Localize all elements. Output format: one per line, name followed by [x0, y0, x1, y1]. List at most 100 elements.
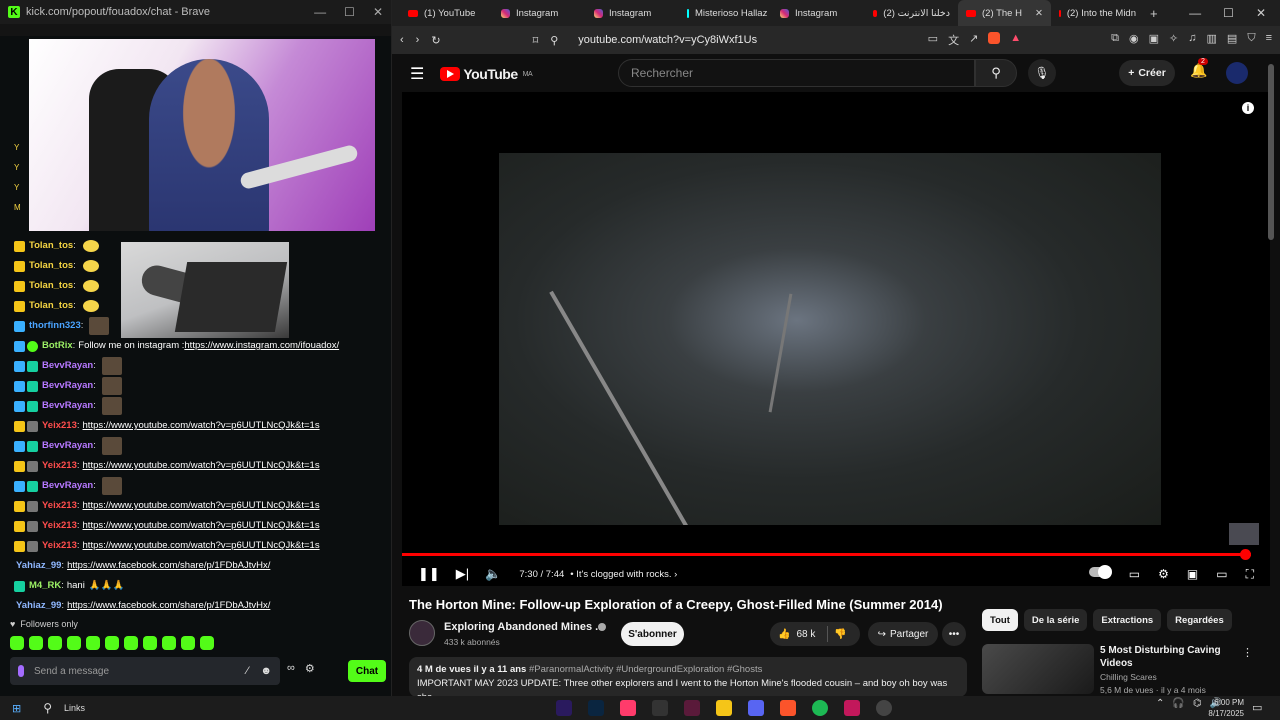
emote-icon[interactable] — [10, 636, 24, 650]
settings-icon[interactable]: ⚙ — [305, 662, 315, 675]
chat-link[interactable]: https://www.youtube.com/watch?v=p6UUTLNc… — [83, 456, 320, 476]
chat-username[interactable]: Tolan_tos — [29, 296, 73, 316]
user-badge-icon[interactable] — [27, 420, 38, 432]
chat-link[interactable]: https://www.youtube.com/watch?v=p6UUTLNc… — [83, 536, 320, 556]
file-explorer-icon[interactable] — [716, 700, 732, 716]
chapter-title[interactable]: • It's clogged with rocks. › — [570, 569, 677, 580]
filter-chip[interactable]: Tout — [982, 609, 1018, 631]
browser-tab[interactable]: دخلنا الانترنت (2) — [865, 0, 958, 26]
windows-start-icon[interactable]: ⊞ — [12, 702, 21, 715]
chat-username[interactable]: thorfinn323 — [29, 316, 81, 336]
emote-icon[interactable] — [67, 636, 81, 650]
user-badge-icon[interactable] — [27, 500, 38, 512]
brave-icon[interactable] — [780, 700, 796, 716]
browser-tab[interactable]: Instagram — [586, 0, 679, 26]
user-badge-icon[interactable] — [14, 440, 25, 452]
user-badge-icon[interactable] — [14, 360, 25, 372]
extension-icon[interactable]: ▣ — [1149, 32, 1159, 48]
bookmark-icon[interactable]: ⌑ — [533, 34, 539, 47]
user-badge-icon[interactable] — [14, 520, 25, 532]
like-count[interactable]: 68 k — [796, 629, 815, 640]
app-icon[interactable] — [652, 700, 668, 716]
emote-icon[interactable] — [86, 636, 100, 650]
brave-shields-icon[interactable] — [988, 32, 1001, 44]
more-actions-button[interactable]: ••• — [942, 622, 966, 646]
chat-link[interactable]: https://www.facebook.com/share/p/1FDbAJt… — [67, 556, 270, 576]
photoshop-icon[interactable] — [588, 700, 604, 716]
site-info-icon[interactable]: ⚲ — [550, 34, 558, 47]
filter-chip[interactable]: Extractions — [1093, 609, 1162, 631]
chat-username[interactable]: BotRix — [42, 336, 73, 356]
extension-icon[interactable]: ◉ — [1129, 32, 1139, 48]
slash-command-icon[interactable]: ⁄ — [247, 665, 249, 677]
info-icon[interactable]: i — [1242, 102, 1254, 114]
new-tab-icon[interactable]: + — [1150, 6, 1158, 21]
user-badge-icon[interactable] — [27, 520, 38, 532]
chat-username[interactable]: Tolan_tos — [29, 276, 73, 296]
chat-username[interactable]: BevvRayan — [42, 396, 93, 416]
points-icon[interactable]: ∞ — [287, 662, 295, 675]
headset-icon[interactable]: 🎧 — [1172, 698, 1184, 709]
extensions-icon[interactable]: ✧ — [1169, 32, 1178, 48]
sidebar-icon[interactable]: ▥ — [1207, 32, 1217, 48]
emoji-icon[interactable]: ☻ — [260, 665, 272, 677]
create-button[interactable]: + Créer — [1119, 60, 1175, 86]
user-badge-icon[interactable] — [14, 280, 25, 292]
app-icon[interactable] — [876, 700, 892, 716]
user-badge-icon[interactable] — [27, 480, 38, 492]
filter-chip[interactable]: Regardées — [1167, 609, 1232, 631]
close-icon[interactable]: ✕ — [1256, 6, 1266, 20]
progress-bar[interactable] — [402, 549, 1252, 560]
chat-username[interactable]: Yahiaz_99 — [16, 596, 61, 616]
subtitles-icon[interactable]: ▭ — [1129, 567, 1140, 582]
chat-link[interactable]: https://www.youtube.com/watch?v=p6UUTLNc… — [83, 496, 320, 516]
minimize-icon[interactable]: — — [314, 5, 326, 19]
voice-search-button[interactable]: 🎙 — [1028, 59, 1056, 87]
menu-icon[interactable]: ≡ — [1266, 32, 1272, 48]
chat-username[interactable]: Tolan_tos — [29, 236, 73, 256]
recommended-video-title[interactable]: 5 Most Disturbing Caving Videos — [1100, 644, 1230, 670]
browser-tab[interactable]: (2) Into the Midn — [1051, 0, 1144, 26]
share-icon[interactable]: ↗ — [969, 32, 978, 48]
user-badge-icon[interactable] — [14, 540, 25, 552]
scrubber-handle[interactable] — [1240, 549, 1252, 560]
reload-icon[interactable]: ↻ — [431, 34, 440, 47]
translate-icon[interactable]: 文 — [948, 32, 959, 48]
fullscreen-icon[interactable]: ⛶ — [1246, 567, 1254, 582]
user-badge-icon[interactable] — [27, 360, 38, 372]
recommended-video-thumbnail[interactable] — [982, 644, 1094, 694]
url-field[interactable]: youtube.com/watch?v=yCy8iWxf1Us — [578, 34, 757, 46]
hashtags[interactable]: #ParanormalActivity #UndergroundExplorat… — [529, 664, 762, 675]
user-badge-icon[interactable] — [14, 260, 25, 272]
youtube-logo[interactable]: YouTube MA — [440, 66, 533, 82]
emote-icon[interactable] — [200, 636, 214, 650]
media-icon[interactable]: ♫ — [1188, 32, 1196, 48]
autoplay-toggle[interactable] — [1088, 564, 1112, 579]
miniplayer-icon[interactable]: ▣ — [1187, 567, 1198, 582]
user-badge-icon[interactable] — [14, 380, 25, 392]
chat-username[interactable]: BevvRayan — [42, 476, 93, 496]
minimize-icon[interactable]: — — [1189, 6, 1201, 20]
user-badge-icon[interactable] — [14, 300, 25, 312]
chat-username[interactable]: M4_RK — [29, 576, 61, 596]
chat-username[interactable]: BevvRayan — [42, 436, 93, 456]
cast-icon[interactable]: ▭ — [928, 32, 938, 48]
user-badge-icon[interactable] — [14, 420, 25, 432]
emote-icon[interactable] — [162, 636, 176, 650]
chat-username[interactable]: Yeix213 — [42, 536, 77, 556]
video-frame[interactable] — [499, 153, 1161, 525]
account-avatar[interactable] — [1226, 62, 1248, 84]
browser-tab[interactable]: Instagram — [772, 0, 865, 26]
emote-icon[interactable] — [48, 636, 62, 650]
channel-name[interactable]: Exploring Abandoned Mines ... — [444, 621, 604, 633]
browser-tab[interactable]: Misterioso Hallaz — [679, 0, 772, 26]
capcut-icon[interactable] — [620, 700, 636, 716]
settings-icon[interactable]: ⚙ — [1158, 567, 1169, 582]
user-badge-icon[interactable] — [27, 440, 38, 452]
video-description[interactable]: 4 M de vues il y a 11 ans #ParanormalAct… — [409, 657, 967, 697]
maximize-icon[interactable]: ☐ — [344, 5, 355, 19]
extension-icon[interactable]: ⧉ — [1111, 32, 1119, 48]
user-badge-icon[interactable] — [14, 240, 25, 252]
chat-input[interactable]: Send a message ⁄ ☻ — [10, 657, 280, 685]
chat-username[interactable]: Tolan_tos — [29, 256, 73, 276]
